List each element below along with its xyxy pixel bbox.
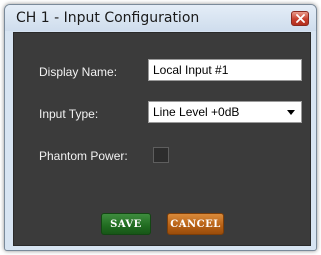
window-title: CH 1 - Input Configuration bbox=[16, 10, 200, 26]
input-type-value: Line Level +0dB bbox=[153, 105, 240, 119]
chevron-down-icon bbox=[287, 110, 295, 115]
cancel-button[interactable]: CANCEL bbox=[167, 213, 224, 235]
input-type-label: Input Type: bbox=[39, 107, 99, 121]
dialog-window: CH 1 - Input Configuration Display Name:… bbox=[4, 4, 317, 251]
close-button[interactable] bbox=[291, 11, 309, 26]
close-icon bbox=[295, 14, 305, 23]
display-name-label: Display Name: bbox=[39, 65, 118, 79]
title-bar[interactable]: CH 1 - Input Configuration bbox=[5, 5, 316, 31]
phantom-power-label: Phantom Power: bbox=[39, 149, 128, 163]
save-button[interactable]: SAVE bbox=[101, 213, 151, 235]
config-panel: Display Name: Local Input #1 Input Type:… bbox=[13, 32, 311, 246]
phantom-power-checkbox[interactable] bbox=[153, 147, 169, 163]
display-name-input[interactable]: Local Input #1 bbox=[148, 59, 302, 81]
input-type-select[interactable]: Line Level +0dB bbox=[148, 101, 302, 123]
